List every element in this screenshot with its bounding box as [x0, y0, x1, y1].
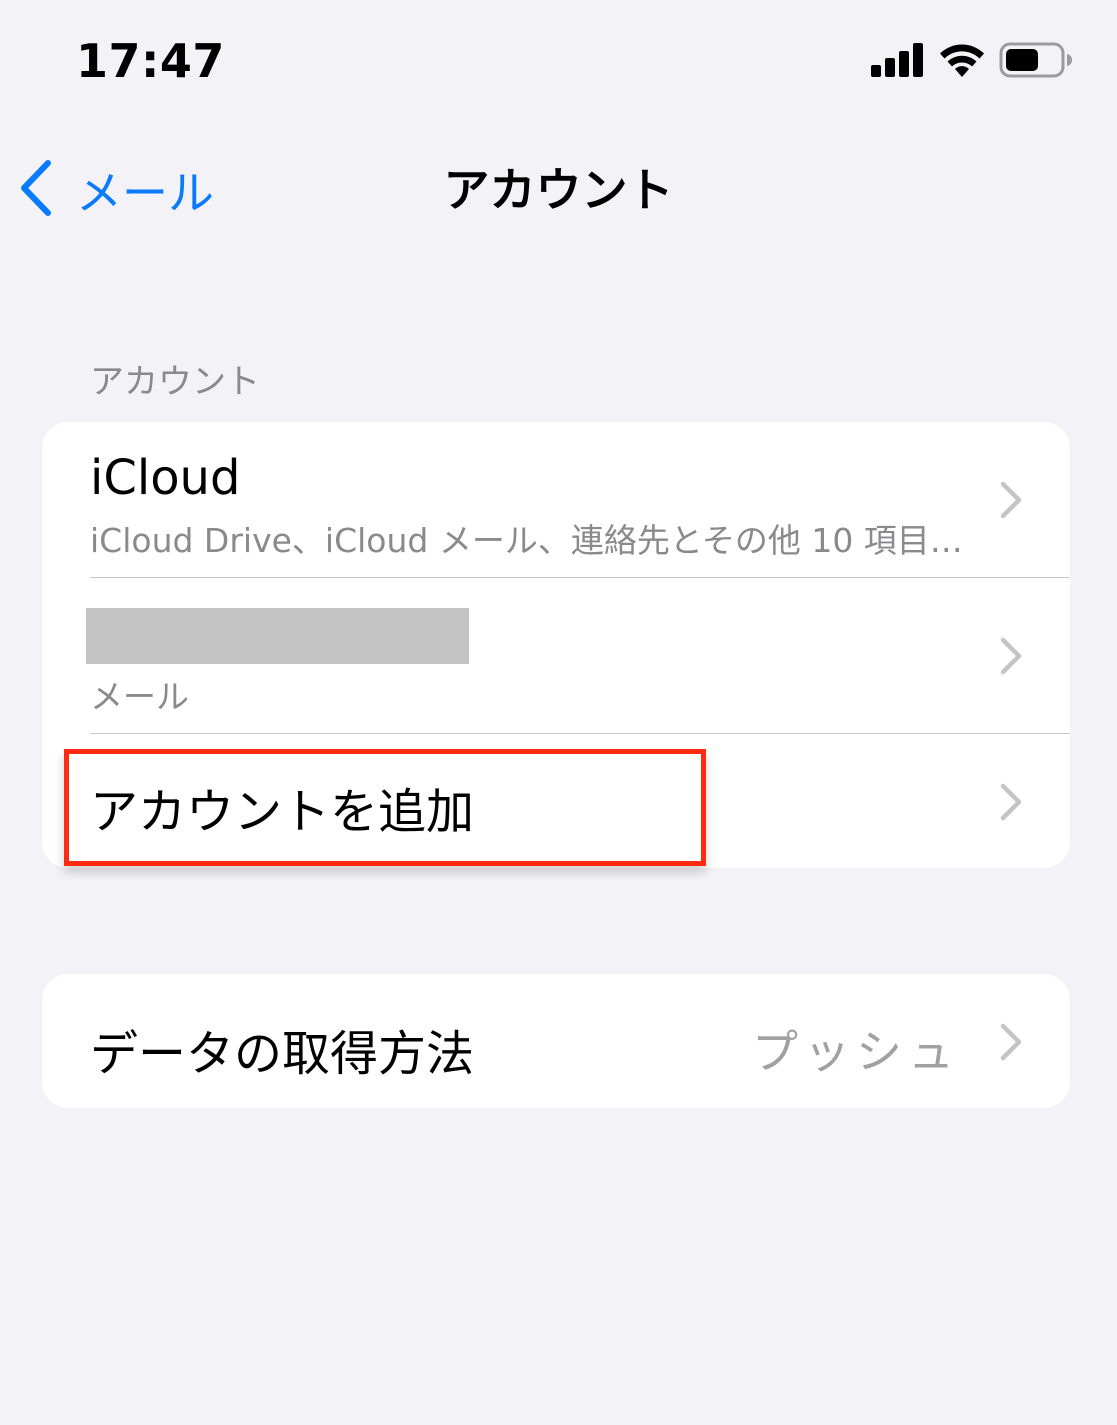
add-account-button[interactable]: アカウントを追加: [42, 734, 1070, 868]
redacted-account-name: [86, 608, 469, 664]
cellular-signal-icon: [871, 43, 925, 81]
chevron-right-icon: [998, 1022, 1024, 1062]
fetch-settings-list: データの取得方法 プッシュ: [42, 974, 1070, 1108]
status-bar: 17:47: [0, 0, 1117, 120]
account-subtitle: メール: [90, 677, 189, 716]
accounts-list: iCloud iCloud Drive、iCloud メール、連絡先とその他 1…: [42, 422, 1070, 868]
battery-icon: [999, 42, 1073, 82]
account-row-icloud[interactable]: iCloud iCloud Drive、iCloud メール、連絡先とその他 1…: [42, 422, 1070, 578]
chevron-right-icon: [998, 636, 1024, 676]
account-title: iCloud: [90, 450, 241, 506]
account-row-mail[interactable]: メール: [42, 578, 1070, 734]
section-header-accounts: アカウント: [90, 362, 260, 402]
chevron-right-icon: [998, 782, 1024, 822]
wifi-icon: [939, 43, 985, 81]
chevron-right-icon: [998, 480, 1024, 520]
fetch-method-value: プッシュ: [752, 1025, 960, 1079]
status-icons: [871, 42, 1073, 82]
account-subtitle: iCloud Drive、iCloud メール、連絡先とその他 10 項目…: [90, 521, 963, 560]
navigation-bar: メール アカウント: [0, 140, 1117, 240]
status-time: 17:47: [76, 34, 225, 88]
fetch-new-data-label: データの取得方法: [90, 1026, 475, 1082]
page-title: アカウント: [443, 163, 674, 217]
fetch-new-data-row[interactable]: データの取得方法 プッシュ: [42, 974, 1070, 1108]
add-account-label: アカウントを追加: [90, 784, 475, 840]
